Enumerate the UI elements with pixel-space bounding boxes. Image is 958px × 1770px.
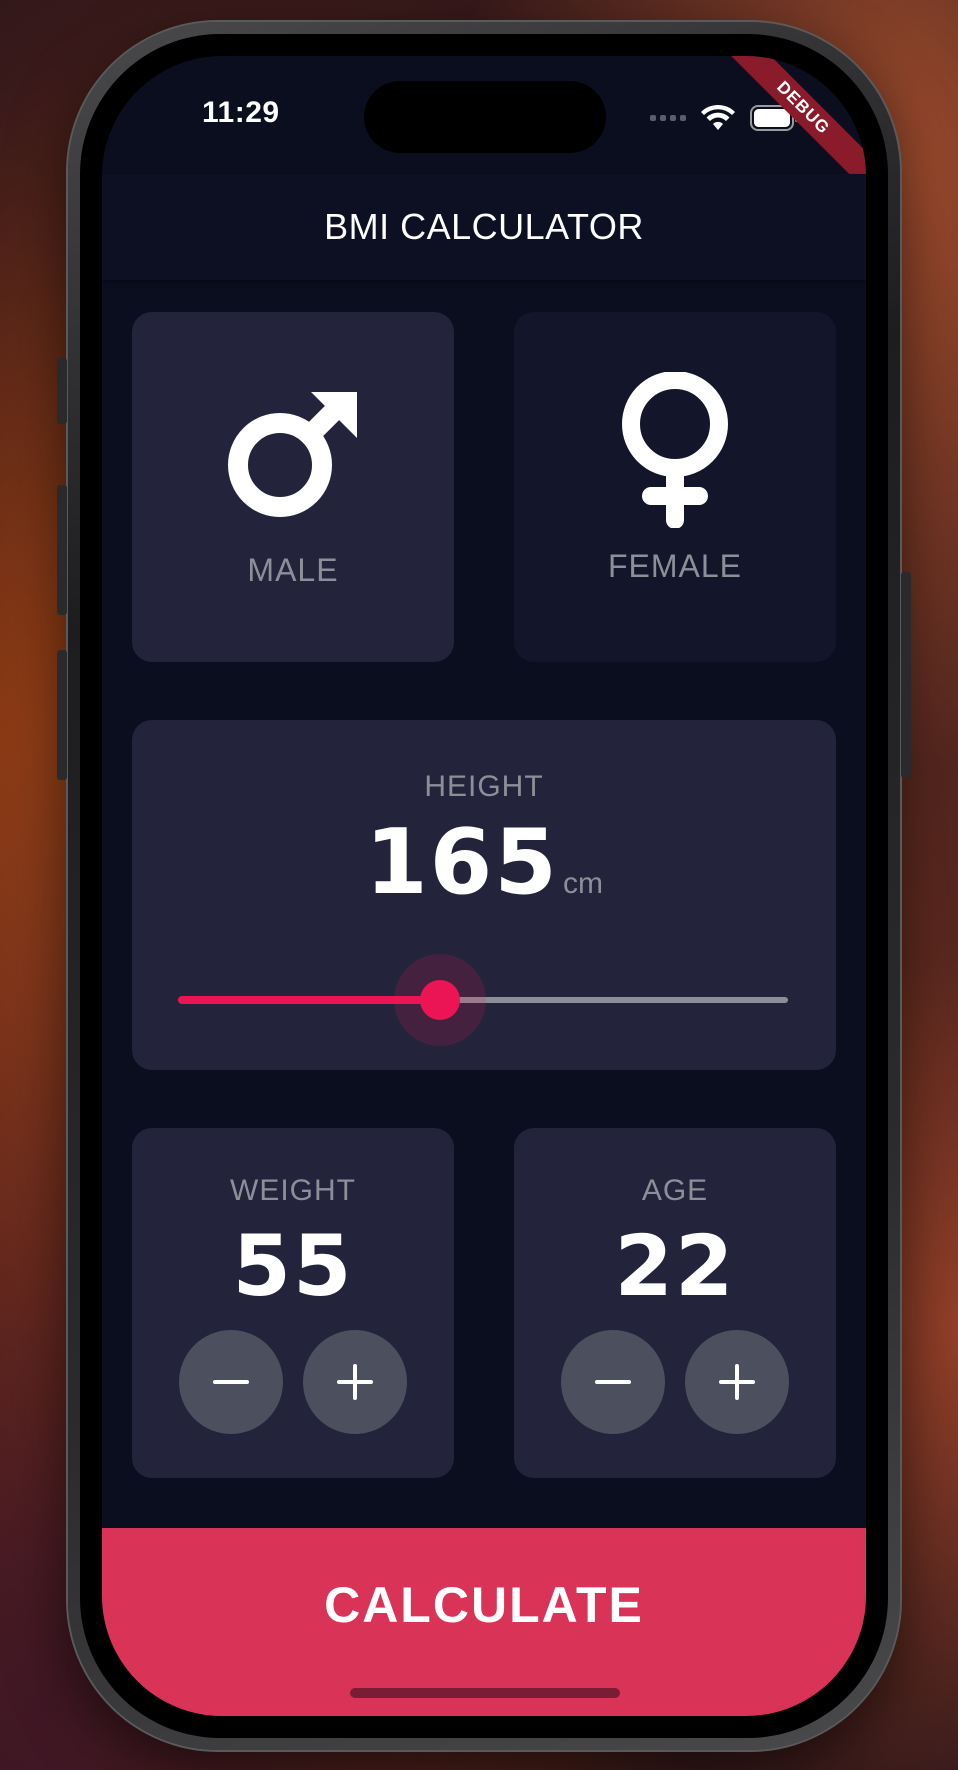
height-card: HEIGHT 165 cm <box>132 720 836 1070</box>
height-unit: cm <box>562 867 603 900</box>
age-card: AGE 22 <box>514 1128 836 1478</box>
plus-icon <box>337 1364 373 1400</box>
female-label: FEMALE <box>607 548 743 584</box>
plus-icon <box>719 1364 755 1400</box>
height-readout: 165 cm <box>365 818 603 908</box>
age-decrement-button[interactable] <box>561 1330 665 1434</box>
weight-value: 55 <box>232 1217 354 1315</box>
weight-buttons <box>179 1330 407 1434</box>
action-button <box>57 358 67 424</box>
dynamic-island <box>364 81 606 153</box>
female-symbol-icon <box>622 372 728 528</box>
age-label: AGE <box>641 1174 709 1207</box>
weight-decrement-button[interactable] <box>179 1330 283 1434</box>
male-symbol-icon <box>228 392 357 517</box>
height-slider[interactable] <box>178 954 788 1046</box>
minus-icon <box>213 1380 249 1384</box>
height-value: 165 <box>365 810 559 915</box>
height-label: HEIGHT <box>424 770 544 803</box>
weight-card: WEIGHT 55 <box>132 1128 454 1478</box>
male-label: MALE <box>247 552 339 588</box>
app-bar: BMI CALCULATOR <box>102 174 866 280</box>
wifi-icon <box>701 104 735 130</box>
status-time: 11:29 <box>202 96 280 129</box>
weight-label: WEIGHT <box>230 1174 356 1207</box>
age-value: 22 <box>614 1217 736 1315</box>
power-button <box>901 572 911 778</box>
female-card[interactable]: FEMALE <box>514 312 836 662</box>
slider-thumb[interactable] <box>420 980 461 1020</box>
age-buttons <box>561 1330 789 1434</box>
male-card[interactable]: MALE <box>132 312 454 662</box>
home-indicator <box>350 1688 620 1698</box>
age-increment-button[interactable] <box>685 1330 789 1434</box>
cellular-signal-icon <box>650 115 686 121</box>
volume-up-button <box>57 485 67 615</box>
app-screen: 11:29 DEBUG BMI CALCULATOR MALE FEMALE H… <box>102 56 866 1716</box>
minus-icon <box>595 1380 631 1384</box>
volume-down-button <box>57 650 67 780</box>
app-title: BMI CALCULATOR <box>324 206 644 247</box>
weight-increment-button[interactable] <box>303 1330 407 1434</box>
status-icons <box>650 104 800 132</box>
